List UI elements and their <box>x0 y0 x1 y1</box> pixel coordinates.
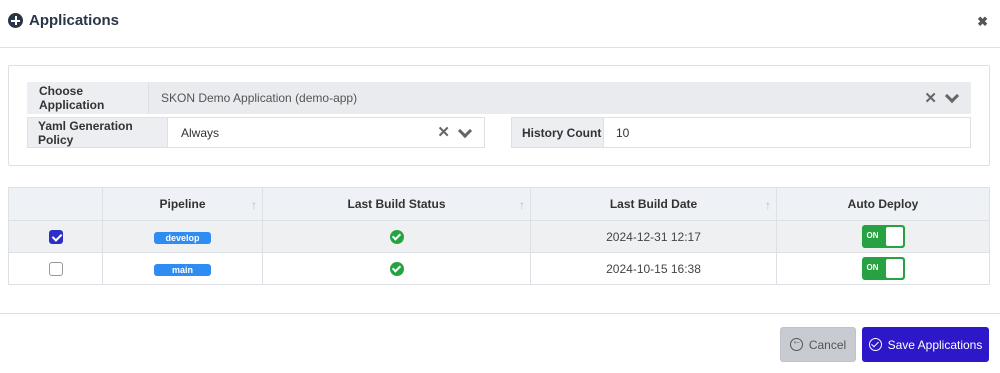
row-select-cell <box>8 220 103 253</box>
toggle-knob <box>885 259 903 278</box>
pipeline-badge: main <box>154 263 211 276</box>
chevron-down-icon[interactable] <box>945 91 959 105</box>
plus-circle-icon <box>8 13 23 28</box>
success-check-icon <box>389 229 404 244</box>
table-row[interactable]: main 2024-10-15 16:38 ON <box>8 252 990 285</box>
auto-deploy-cell: ON <box>776 220 990 253</box>
choose-application-label: Choose Application <box>27 82 149 114</box>
save-label: Save Applications <box>887 337 983 352</box>
choose-application-select[interactable]: Choose Application SKON Demo Application… <box>27 82 971 114</box>
date-header-label: Last Build Date <box>609 197 698 211</box>
yaml-policy-select[interactable]: Yaml Generation Policy Always ✕ <box>27 117 485 148</box>
row-checkbox[interactable] <box>48 261 63 276</box>
status-cell <box>262 220 531 253</box>
table-row[interactable]: develop 2024-12-31 12:17 ON <box>8 220 990 253</box>
success-check-icon <box>389 261 404 276</box>
clear-icon[interactable]: ✕ <box>437 125 450 140</box>
auto-deploy-toggle[interactable]: ON <box>861 225 905 248</box>
auto-deploy-cell: ON <box>776 252 990 285</box>
cancel-button[interactable]: Cancel <box>780 327 856 362</box>
pipeline-column-header[interactable]: Pipeline ↑ <box>102 187 263 221</box>
sort-icon[interactable]: ↑ <box>519 198 525 212</box>
pipeline-badge: develop <box>154 231 211 244</box>
toggle-knob <box>885 227 903 246</box>
pipelines-table: Pipeline ↑ Last Build Status ↑ Last Build … <box>8 187 990 285</box>
toggle-on-label: ON <box>866 263 879 272</box>
sort-icon[interactable]: ↑ <box>765 198 771 212</box>
choose-application-controls: ✕ <box>924 91 971 106</box>
choose-application-value[interactable]: SKON Demo Application (demo-app) <box>149 91 924 105</box>
select-column-header <box>8 187 103 221</box>
date-cell: 2024-12-31 12:17 <box>530 220 777 253</box>
status-cell <box>262 252 531 285</box>
yaml-policy-label: Yaml Generation Policy <box>28 118 168 147</box>
history-count-label: History Count <box>512 118 604 147</box>
date-cell: 2024-10-15 16:38 <box>530 252 777 285</box>
back-arrow-icon <box>789 336 803 351</box>
auto-deploy-column-header: Auto Deploy <box>776 187 990 221</box>
yaml-policy-controls: ✕ <box>437 125 484 140</box>
history-count-input[interactable] <box>604 125 970 140</box>
auto-deploy-toggle[interactable]: ON <box>861 257 905 280</box>
sort-icon[interactable]: ↑ <box>251 198 257 212</box>
date-column-header[interactable]: Last Build Date ↑ <box>530 187 777 221</box>
row-checkbox[interactable] <box>48 229 63 244</box>
form-panel: Choose Application SKON Demo Application… <box>8 65 990 166</box>
pipeline-header-label: Pipeline <box>159 197 206 211</box>
pipeline-cell: develop <box>102 220 263 253</box>
status-column-header[interactable]: Last Build Status ↑ <box>262 187 531 221</box>
footer-divider <box>0 313 1000 314</box>
clear-icon[interactable]: ✕ <box>924 91 937 106</box>
pipeline-cell: main <box>102 252 263 285</box>
chevron-down-icon[interactable] <box>458 126 472 140</box>
auto-deploy-header-label: Auto Deploy <box>847 197 919 211</box>
title-wrap: Applications <box>8 12 119 29</box>
check-circle-icon <box>868 338 882 351</box>
modal-header: Applications ✖ <box>0 0 1000 48</box>
close-icon[interactable]: ✖ <box>977 14 988 30</box>
save-applications-button[interactable]: Save Applications <box>862 327 989 362</box>
history-count-field: History Count <box>511 117 971 148</box>
table-header-row: Pipeline ↑ Last Build Status ↑ Last Build … <box>8 187 990 221</box>
cancel-label: Cancel <box>808 337 847 352</box>
yaml-policy-value[interactable]: Always <box>168 126 437 140</box>
status-header-label: Last Build Status <box>347 197 446 211</box>
toggle-on-label: ON <box>866 231 879 240</box>
modal-title: Applications <box>29 12 120 29</box>
row-select-cell <box>8 252 103 285</box>
